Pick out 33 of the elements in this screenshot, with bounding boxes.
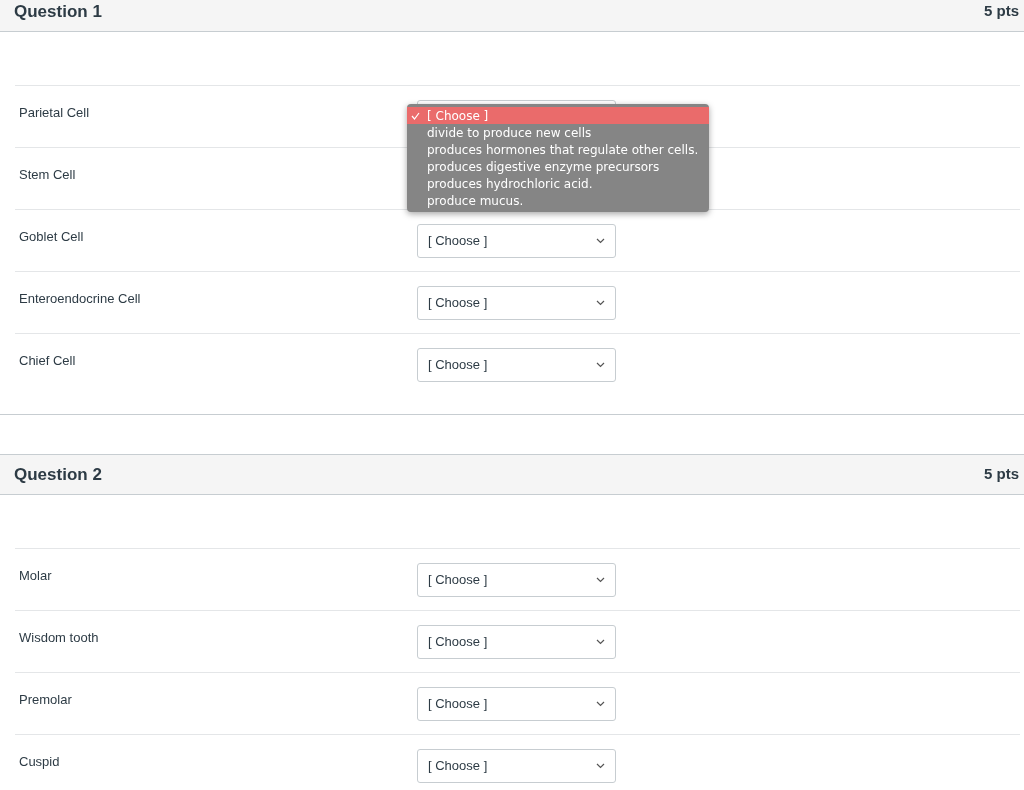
match-label: Chief Cell bbox=[19, 352, 76, 370]
answer-dropdown[interactable]: [ Choose ] bbox=[417, 286, 616, 320]
chevron-down-icon bbox=[596, 763, 605, 769]
match-label: Parietal Cell bbox=[19, 104, 90, 122]
answer-dropdown[interactable]: [ Choose ] bbox=[417, 749, 616, 783]
question-title: Question 1 bbox=[14, 0, 102, 23]
match-label: Enteroendocrine Cell bbox=[19, 290, 141, 308]
dropdown-option[interactable]: produces hormones that regulate other cells. bbox=[407, 141, 709, 158]
chevron-down-icon bbox=[596, 238, 605, 244]
match-label: Cuspid bbox=[19, 753, 60, 771]
question-title: Question 2 bbox=[14, 463, 102, 486]
chevron-down-icon bbox=[596, 577, 605, 583]
answer-dropdown[interactable]: [ Choose ] bbox=[417, 224, 616, 258]
match-label: Wisdom tooth bbox=[19, 629, 99, 647]
dropdown-option[interactable]: divide to produce new cells bbox=[407, 124, 709, 141]
match-label: Molar bbox=[19, 567, 52, 585]
dropdown-option[interactable]: produces hydrochloric acid. bbox=[407, 175, 709, 192]
answer-dropdown[interactable]: [ Choose ] bbox=[417, 687, 616, 721]
chevron-down-icon bbox=[596, 362, 605, 368]
chevron-down-icon bbox=[596, 639, 605, 645]
answer-dropdown[interactable]: [ Choose ] bbox=[417, 348, 616, 382]
answer-dropdown[interactable]: [ Choose ] bbox=[417, 563, 616, 597]
checkmark-icon bbox=[411, 111, 420, 120]
dropdown-option[interactable]: produces digestive enzyme precursors bbox=[407, 158, 709, 175]
match-label: Goblet Cell bbox=[19, 228, 84, 246]
match-label: Premolar bbox=[19, 691, 72, 709]
answer-dropdown[interactable]: [ Choose ] bbox=[417, 625, 616, 659]
points-label: 5 pts bbox=[984, 1, 1019, 22]
chevron-down-icon bbox=[596, 300, 605, 306]
points-label: 5 pts bbox=[984, 464, 1019, 485]
chevron-down-icon bbox=[596, 701, 605, 707]
dropdown-option[interactable]: produce mucus. bbox=[407, 192, 709, 209]
match-label: Stem Cell bbox=[19, 166, 76, 184]
